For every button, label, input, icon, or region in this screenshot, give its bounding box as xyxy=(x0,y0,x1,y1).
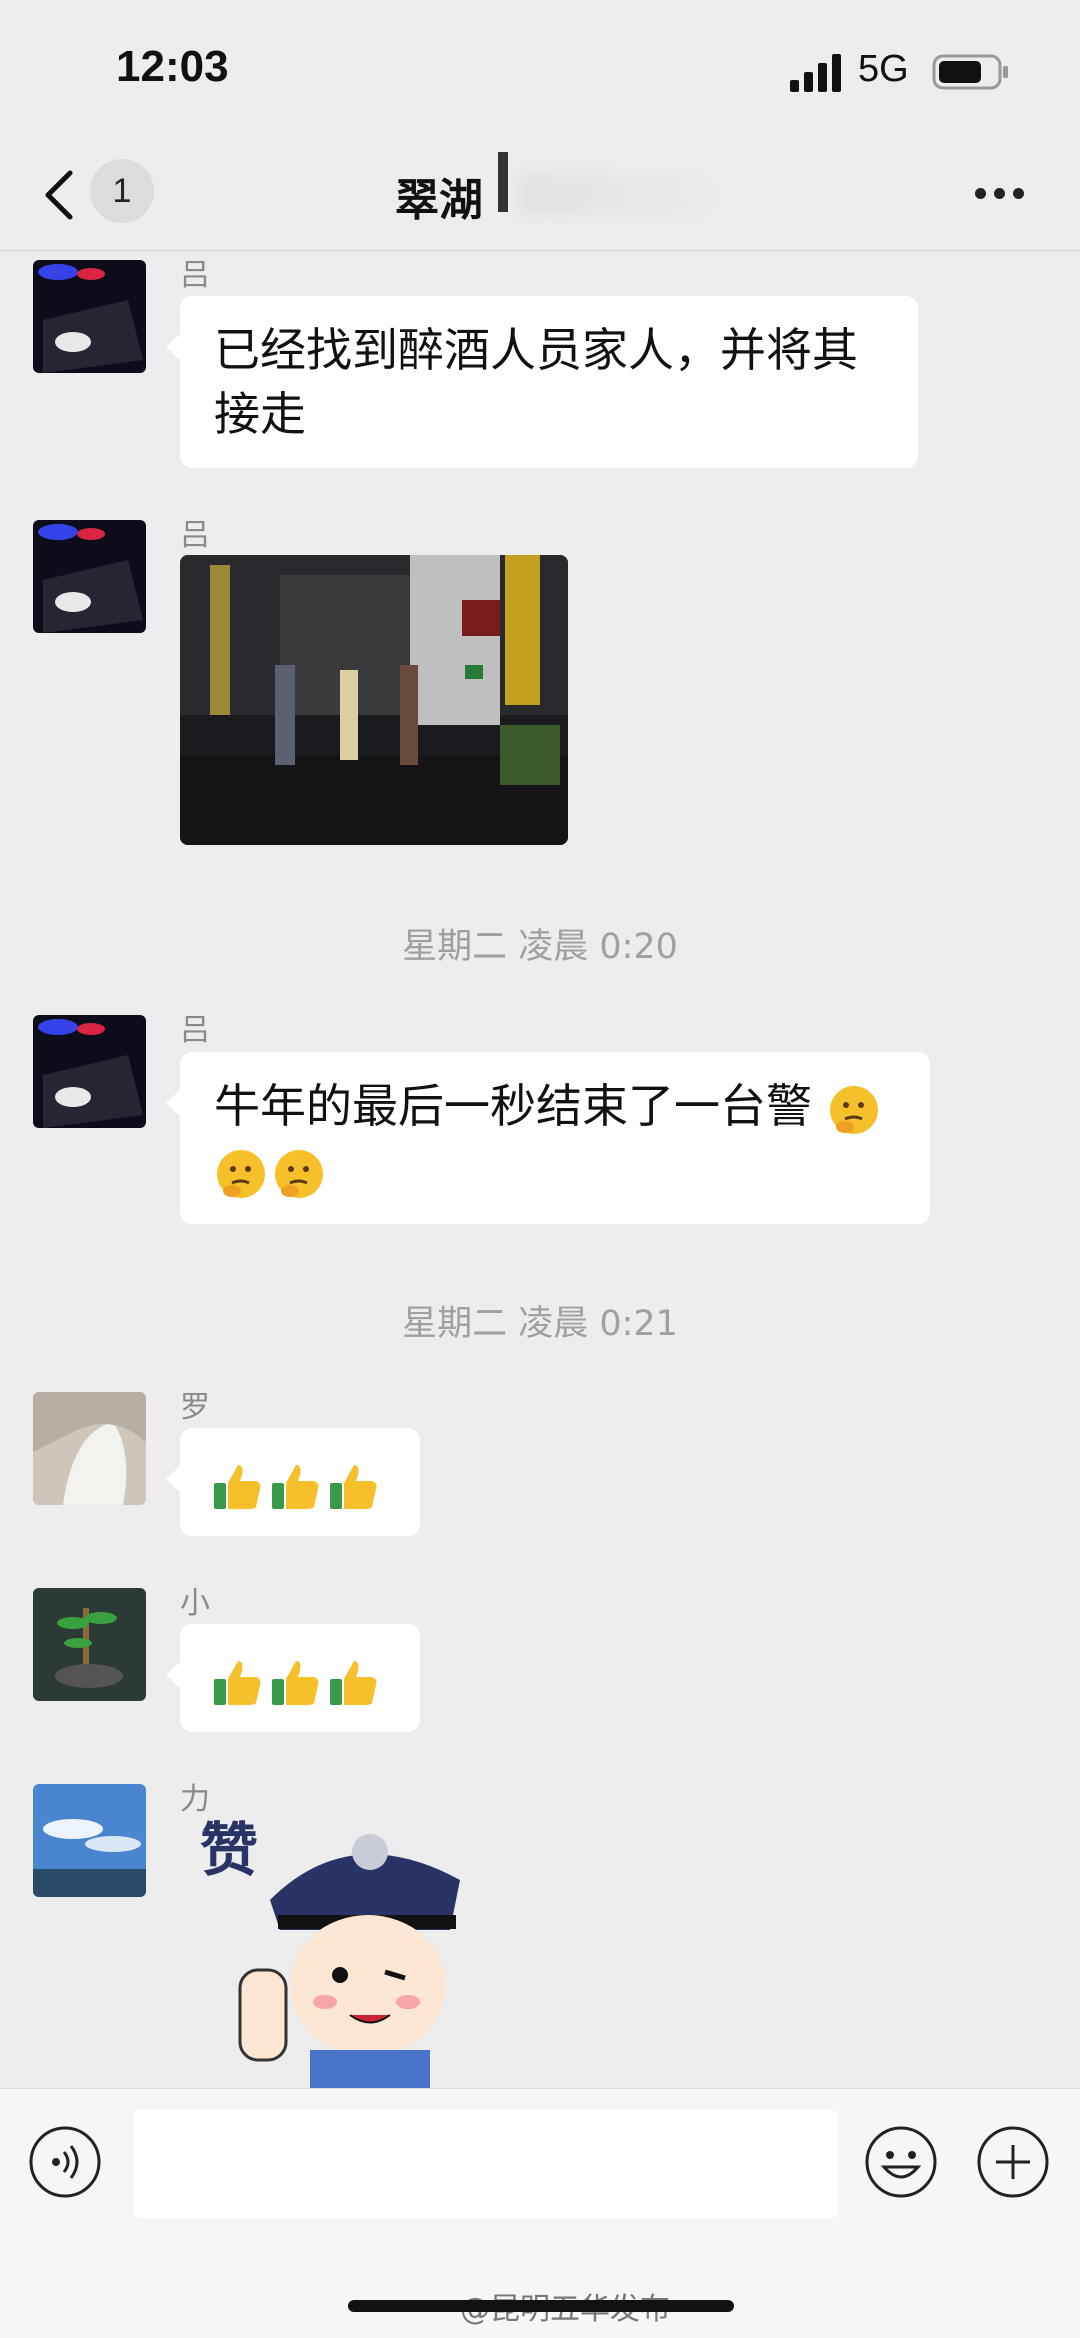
network-label: 5G xyxy=(858,48,909,90)
status-bar: 12:03 5G xyxy=(0,0,1080,140)
message-bubble[interactable]: 牛年的最后一秒结束了一台警 xyxy=(166,1052,930,1224)
thinking-face-icon xyxy=(217,1149,265,1198)
avatar-police-car[interactable] xyxy=(33,1015,146,1128)
timestamp: 星期二 凌晨 0:20 xyxy=(402,927,678,967)
voice-icon[interactable] xyxy=(28,2125,102,2199)
thumbs-up-icon xyxy=(214,1660,261,1705)
sender-name: 小 xyxy=(180,1586,210,1621)
title-redaction-blur xyxy=(520,175,720,215)
plus-icon[interactable] xyxy=(976,2125,1050,2199)
thumbs-up-icon xyxy=(272,1464,319,1509)
message-text: 牛年的最后一秒结束了一台警 xyxy=(214,1079,812,1133)
chat-title[interactable]: 翠湖 xyxy=(395,164,483,228)
avatar-plant[interactable] xyxy=(33,1588,146,1701)
message-bubble[interactable] xyxy=(166,1428,420,1536)
sender-name: 吕 xyxy=(180,1013,210,1048)
thumbs-up-icon xyxy=(330,1660,377,1705)
avatar-bird[interactable] xyxy=(33,1392,146,1505)
avatar-police-car[interactable] xyxy=(33,520,146,633)
chat-header: 1 翠湖 xyxy=(0,140,1080,251)
avatar-police-car[interactable] xyxy=(33,260,146,373)
title-redaction xyxy=(498,152,508,212)
sticker-text: 赞 xyxy=(200,1816,258,1884)
thumbs-up-icon xyxy=(214,1464,261,1509)
unread-count-badge[interactable]: 1 xyxy=(90,159,154,223)
message-text: 接走 xyxy=(214,387,306,441)
home-indicator[interactable] xyxy=(348,2300,734,2312)
sender-name: 吕 xyxy=(180,518,210,553)
timestamp: 星期二 凌晨 0:21 xyxy=(402,1304,678,1344)
battery-icon xyxy=(932,54,1008,90)
signal-icon xyxy=(790,54,841,92)
sender-name: 吕 xyxy=(180,258,210,293)
message-input[interactable] xyxy=(133,2109,838,2219)
back-icon[interactable] xyxy=(40,165,80,225)
message-bubble[interactable] xyxy=(166,1624,420,1732)
message-bubble[interactable]: 已经找到醉酒人员家人，并将其 接走 xyxy=(166,296,918,468)
thumbs-up-icon xyxy=(272,1660,319,1705)
avatar-landscape[interactable] xyxy=(33,1784,146,1897)
status-time: 12:03 xyxy=(116,42,229,91)
thumbs-up-icon xyxy=(330,1464,377,1509)
thinking-face-icon xyxy=(275,1149,323,1198)
thinking-face-icon xyxy=(829,1085,878,1134)
photo-message[interactable] xyxy=(180,555,568,845)
message-text: 已经找到醉酒人员家人，并将其 xyxy=(214,323,858,377)
more-icon[interactable] xyxy=(975,184,1035,200)
sender-name: 罗 xyxy=(180,1390,210,1425)
emoji-icon[interactable] xyxy=(864,2125,938,2199)
police-thumbs-up-sticker[interactable]: 赞 xyxy=(200,1780,520,2090)
